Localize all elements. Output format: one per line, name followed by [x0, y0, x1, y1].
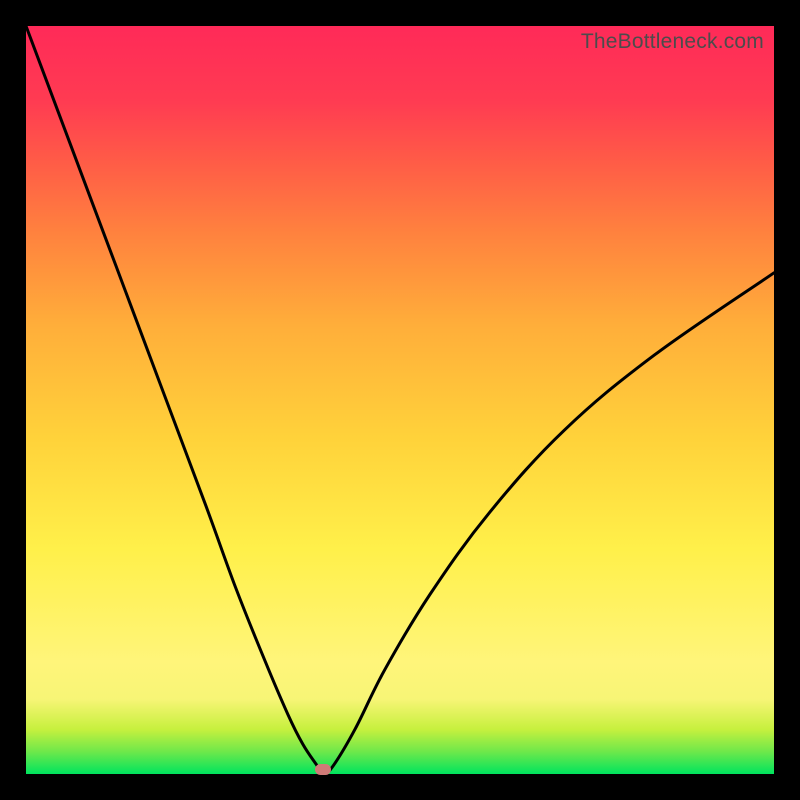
plot-area: TheBottleneck.com: [26, 26, 774, 774]
chart-frame: TheBottleneck.com: [0, 0, 800, 800]
optimal-marker: [315, 764, 331, 775]
bottleneck-curve: [26, 26, 774, 774]
